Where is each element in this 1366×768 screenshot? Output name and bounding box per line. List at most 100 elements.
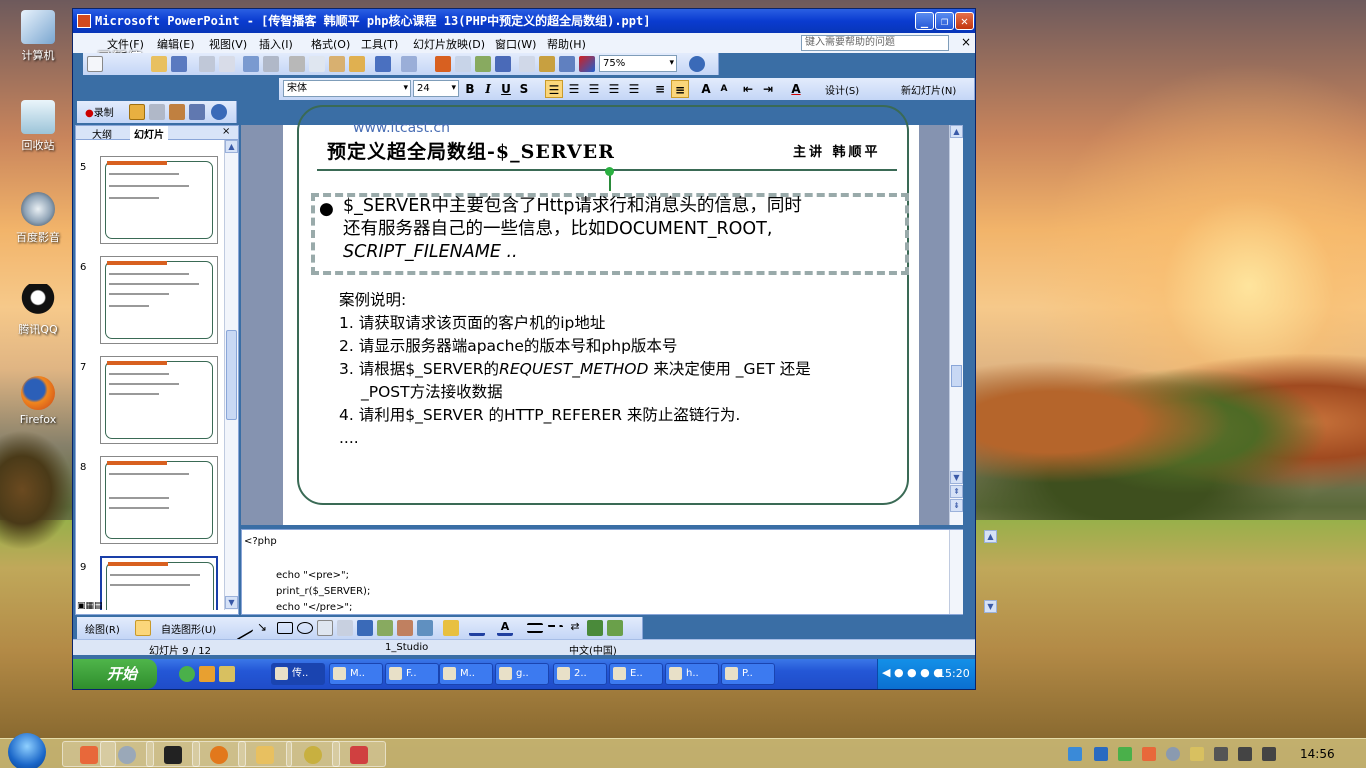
- print-icon[interactable]: [199, 56, 215, 72]
- bold-button[interactable]: B: [461, 80, 479, 98]
- volume-icon[interactable]: [1262, 747, 1276, 761]
- taskbar-item[interactable]: 2..: [553, 663, 607, 685]
- grid-icon[interactable]: [559, 56, 575, 72]
- shrink-font-button[interactable]: A: [715, 80, 733, 98]
- arrow-icon[interactable]: ↘: [257, 620, 273, 636]
- close-button[interactable]: ✕: [955, 12, 974, 30]
- shadow-button[interactable]: S: [515, 80, 533, 98]
- voice-icon[interactable]: [149, 104, 165, 120]
- research-icon[interactable]: [263, 56, 279, 72]
- open-icon[interactable]: [151, 56, 167, 72]
- help-icon[interactable]: [211, 104, 227, 120]
- scroll-down-icon[interactable]: ▼: [950, 471, 963, 484]
- format-painter-icon[interactable]: [349, 56, 365, 72]
- select-arrow-icon[interactable]: [135, 620, 151, 636]
- rectangle-icon[interactable]: [277, 622, 293, 634]
- slide-thumbnail-row[interactable]: 5: [80, 156, 224, 246]
- narration-icon[interactable]: [169, 104, 185, 120]
- line-color-icon[interactable]: [469, 620, 485, 636]
- line-style-icon[interactable]: [527, 623, 543, 633]
- chart-icon[interactable]: [435, 56, 451, 72]
- grow-font-button[interactable]: A: [697, 80, 715, 98]
- minimize-button[interactable]: _: [915, 12, 934, 30]
- start-button[interactable]: 开始: [73, 659, 157, 689]
- oval-icon[interactable]: [297, 622, 313, 634]
- slide-thumbnail[interactable]: [100, 356, 218, 444]
- taskbar-item[interactable]: g..: [495, 663, 549, 685]
- fill-color-icon[interactable]: [443, 620, 459, 636]
- font-size-select[interactable]: 24: [413, 80, 459, 97]
- tray-icon[interactable]: [1166, 747, 1180, 761]
- scroll-up-icon[interactable]: ▲: [225, 140, 238, 153]
- tables-borders-icon[interactable]: [475, 56, 491, 72]
- vertical-textbox-icon[interactable]: [337, 620, 353, 636]
- prev-slide-icon[interactable]: ⇞: [950, 485, 963, 498]
- arrow-style-icon[interactable]: ⇄: [567, 620, 583, 636]
- menu-window[interactable]: 窗口(W): [495, 36, 536, 52]
- slide-thumbnail-row[interactable]: 6: [80, 256, 224, 346]
- justify-button[interactable]: ☰: [605, 80, 623, 98]
- taskbar-item[interactable]: P..: [721, 663, 775, 685]
- quicklaunch-icon[interactable]: [199, 666, 215, 682]
- align-right-button[interactable]: ☰: [585, 80, 603, 98]
- numbering-button[interactable]: ≡: [651, 80, 669, 98]
- tray-icon[interactable]: [1214, 747, 1228, 761]
- ie-icon[interactable]: [179, 666, 195, 682]
- align-center-button[interactable]: ☰: [565, 80, 583, 98]
- line-icon[interactable]: [237, 615, 253, 641]
- taskbar-item[interactable]: M..: [329, 663, 383, 685]
- tab-slides[interactable]: 幻灯片: [130, 126, 168, 141]
- preview-icon[interactable]: [219, 56, 235, 72]
- title-bar[interactable]: Microsoft PowerPoint - [传智播客 韩顺平 php核心课程…: [73, 9, 975, 33]
- font-select[interactable]: 宋体: [283, 80, 411, 97]
- taskbar-app[interactable]: [238, 741, 292, 767]
- next-slide-icon[interactable]: ⇟: [950, 499, 963, 512]
- shield-icon[interactable]: [1094, 747, 1108, 761]
- desktop-icon-baidu-player[interactable]: 百度影音: [8, 192, 68, 245]
- undo-icon[interactable]: [375, 56, 391, 72]
- desktop-icon-recycle-bin[interactable]: 回收站: [8, 100, 68, 153]
- picture-icon[interactable]: [417, 620, 433, 636]
- quicklaunch-icon[interactable]: [219, 666, 235, 682]
- taskbar-item[interactable]: M..: [439, 663, 493, 685]
- restore-button[interactable]: ❐: [935, 12, 954, 30]
- table-icon[interactable]: [455, 56, 471, 72]
- increase-indent-button[interactable]: ⇥: [759, 80, 777, 98]
- taskbar-item[interactable]: h..: [665, 663, 719, 685]
- bullet-text[interactable]: $_SERVER中主要包含了Http请求行和消息头的信息，同时 还有服务器自己的…: [343, 195, 903, 264]
- tray-icon[interactable]: [1142, 747, 1156, 761]
- save-icon[interactable]: [171, 56, 187, 72]
- expand-all-icon[interactable]: [519, 56, 535, 72]
- diagram-icon[interactable]: [377, 620, 393, 636]
- view-buttons[interactable]: ▣▦▤: [77, 601, 121, 613]
- panel-close-button[interactable]: ×: [222, 126, 230, 137]
- new-slide-button[interactable]: 新幻灯片(N): [901, 82, 956, 97]
- network-icon[interactable]: [1238, 747, 1252, 761]
- slide-thumbnail[interactable]: [100, 156, 218, 244]
- menu-slideshow[interactable]: 幻灯片放映(D): [413, 36, 485, 52]
- tab-outline[interactable]: 大纲: [92, 126, 112, 141]
- slide-canvas[interactable]: www.itcast.cn 预定义超全局数组-$_SERVER 主讲 韩顺平 ●…: [283, 105, 919, 525]
- scroll-down-icon[interactable]: ▼: [984, 600, 997, 613]
- underline-button[interactable]: U: [497, 80, 515, 98]
- 3d-style-icon[interactable]: [607, 620, 623, 636]
- desktop-icon-firefox[interactable]: Firefox: [8, 376, 68, 426]
- panel-scrollbar[interactable]: ▲ ▼: [224, 140, 238, 610]
- bullets-button[interactable]: ≡: [671, 80, 689, 98]
- taskbar-item[interactable]: F..: [385, 663, 439, 685]
- redo-icon[interactable]: [401, 56, 417, 72]
- textbox-icon[interactable]: [317, 620, 333, 636]
- spell-icon[interactable]: [243, 56, 259, 72]
- help-icon[interactable]: [689, 56, 705, 72]
- hyperlink-icon[interactable]: [495, 56, 511, 72]
- show-formatting-icon[interactable]: [539, 56, 555, 72]
- clipart-icon[interactable]: [397, 620, 413, 636]
- case-list[interactable]: 案例说明: 1. 请获取请求该页面的客户机的ip地址 2. 请显示服务器端apa…: [339, 289, 811, 450]
- menu-tools[interactable]: 工具(T): [361, 36, 398, 52]
- menu-help[interactable]: 帮助(H): [547, 36, 586, 52]
- scroll-thumb[interactable]: [951, 365, 962, 387]
- slide-thumbnail[interactable]: [100, 456, 218, 544]
- record-button[interactable]: ●录制: [85, 104, 114, 119]
- slide-title[interactable]: 预定义超全局数组-$_SERVER: [327, 137, 615, 164]
- decrease-indent-button[interactable]: ⇤: [739, 80, 757, 98]
